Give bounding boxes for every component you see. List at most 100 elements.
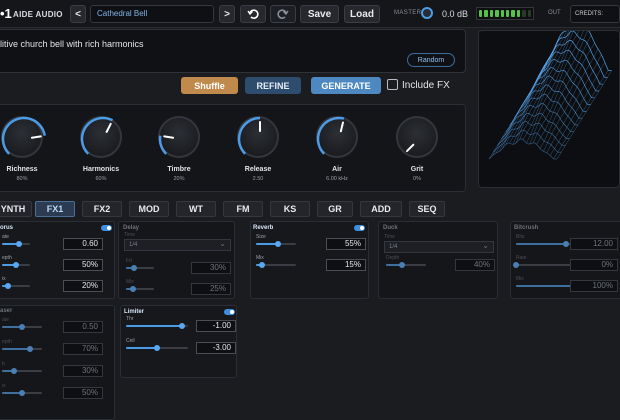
slider-thumb[interactable] bbox=[4, 283, 11, 289]
limiter-slider[interactable] bbox=[126, 345, 188, 351]
next-preset-button[interactable]: > bbox=[219, 5, 235, 23]
delay-value-box[interactable]: 25% bbox=[191, 283, 231, 295]
chorus-slider[interactable] bbox=[2, 241, 30, 247]
bitcrush-value-box[interactable]: 12.00 bbox=[570, 238, 618, 250]
chorus-param-label: ix bbox=[2, 276, 6, 282]
prompt-input[interactable] bbox=[0, 29, 466, 73]
slider-thumb[interactable] bbox=[27, 346, 33, 352]
output-meter bbox=[476, 7, 534, 20]
macro-knob-value: 80% bbox=[16, 176, 28, 182]
slider-thumb[interactable] bbox=[19, 324, 25, 330]
tab-wt[interactable]: WT bbox=[176, 201, 216, 217]
slider-thumb[interactable] bbox=[275, 241, 281, 247]
chorus-slider[interactable] bbox=[2, 283, 30, 289]
random-button[interactable]: Random bbox=[407, 53, 455, 67]
redo-button[interactable] bbox=[270, 5, 296, 23]
bitcrush-param-label: Rate bbox=[516, 255, 527, 261]
chorus-value-box[interactable]: 0.60 bbox=[63, 238, 103, 250]
slider-fill bbox=[126, 325, 182, 327]
chorus-toggle[interactable] bbox=[101, 225, 112, 231]
slider-thumb[interactable] bbox=[15, 241, 22, 247]
macro-knob-label: Harmonics bbox=[82, 166, 120, 173]
phaser-value-box[interactable]: 30% bbox=[63, 365, 103, 377]
macro-knob-air[interactable] bbox=[316, 116, 358, 158]
delay-time-dropdown[interactable]: 1/4 bbox=[124, 239, 231, 251]
limiter-value-box[interactable]: -1.00 bbox=[196, 320, 236, 332]
duck-slider[interactable] bbox=[386, 262, 426, 268]
chorus-value-box[interactable]: 50% bbox=[63, 259, 103, 271]
phaser-slider[interactable] bbox=[2, 346, 42, 352]
reverb-slider[interactable] bbox=[256, 262, 296, 268]
knob-arc bbox=[158, 135, 175, 155]
bitcrush-value-box[interactable]: 0% bbox=[570, 259, 618, 271]
reverb-title: Reverb bbox=[253, 225, 274, 231]
slider-thumb[interactable] bbox=[19, 390, 25, 396]
knob-arc bbox=[80, 116, 114, 155]
slider-thumb[interactable] bbox=[11, 368, 17, 374]
load-button[interactable]: Load bbox=[344, 5, 380, 23]
knob-pointer bbox=[105, 122, 112, 133]
reverb-value-box[interactable]: 15% bbox=[326, 259, 366, 271]
phaser-value-box[interactable]: 70% bbox=[63, 343, 103, 355]
phaser-value-box[interactable]: 50% bbox=[63, 387, 103, 399]
tab-seq[interactable]: SEQ bbox=[409, 201, 445, 217]
reverb-param-label: Mix bbox=[256, 255, 264, 261]
slider-thumb[interactable] bbox=[178, 323, 185, 329]
tab-gr[interactable]: GR bbox=[317, 201, 353, 217]
slider-fill bbox=[126, 347, 157, 349]
delay-value-box[interactable]: 30% bbox=[191, 262, 231, 274]
limiter-slider[interactable] bbox=[126, 323, 188, 329]
phaser-slider[interactable] bbox=[2, 390, 42, 396]
macro-knob-release[interactable] bbox=[237, 116, 279, 158]
limiter-toggle[interactable] bbox=[224, 309, 235, 315]
knob-arc bbox=[316, 116, 345, 155]
slider-thumb[interactable] bbox=[562, 241, 569, 247]
reverb-value-box[interactable]: 55% bbox=[326, 238, 366, 250]
reverb-toggle[interactable] bbox=[354, 225, 365, 231]
macro-knob-harmonics[interactable] bbox=[80, 116, 122, 158]
knob-arc bbox=[1, 116, 46, 155]
phaser-value-box[interactable]: 0.50 bbox=[63, 321, 103, 333]
tab-mod[interactable]: MOD bbox=[129, 201, 169, 217]
delay-slider[interactable] bbox=[126, 265, 154, 271]
phaser-slider[interactable] bbox=[2, 368, 42, 374]
refine-button[interactable]: REFINE bbox=[245, 77, 301, 94]
delay-title: Delay bbox=[123, 225, 140, 231]
master-volume-knob[interactable] bbox=[421, 7, 433, 19]
chorus-value-box[interactable]: 20% bbox=[63, 280, 103, 292]
slider-thumb[interactable] bbox=[154, 345, 160, 351]
tab-add[interactable]: ADD bbox=[360, 201, 402, 217]
slider-thumb[interactable] bbox=[13, 262, 19, 268]
duck-value-box[interactable]: 40% bbox=[455, 259, 495, 271]
undo-button[interactable] bbox=[240, 5, 266, 23]
shuffle-button[interactable]: Shuffle bbox=[181, 77, 238, 94]
preset-name-field[interactable]: Cathedral Bell bbox=[90, 5, 214, 23]
slider-thumb[interactable] bbox=[130, 286, 136, 292]
generate-button[interactable]: GENERATE bbox=[311, 77, 381, 94]
slider-thumb[interactable] bbox=[399, 262, 405, 268]
slider-thumb[interactable] bbox=[259, 262, 265, 268]
duck-time-dropdown[interactable]: 1/4 bbox=[384, 241, 494, 253]
macro-knob-richness[interactable] bbox=[1, 116, 46, 158]
macro-knob-timbre[interactable] bbox=[158, 116, 200, 158]
phaser-param-label: ix bbox=[2, 383, 6, 389]
master-label: MASTER bbox=[394, 10, 422, 16]
delay-param-label: Fd bbox=[126, 258, 132, 264]
save-button[interactable]: Save bbox=[300, 5, 339, 23]
tab-fx2[interactable]: FX2 bbox=[82, 201, 122, 217]
chorus-slider[interactable] bbox=[2, 262, 30, 268]
phaser-slider[interactable] bbox=[2, 324, 42, 330]
tab-ks[interactable]: KS bbox=[270, 201, 310, 217]
slider-thumb[interactable] bbox=[513, 262, 519, 268]
macro-knob-grit[interactable] bbox=[396, 116, 438, 158]
delay-slider[interactable] bbox=[126, 286, 154, 292]
slider-fill bbox=[516, 243, 566, 245]
include-fx-checkbox[interactable] bbox=[387, 79, 398, 90]
bitcrush-value-box[interactable]: 100% bbox=[570, 280, 618, 292]
limiter-value-box[interactable]: -3.00 bbox=[196, 342, 236, 354]
tab-fx1[interactable]: FX1 bbox=[35, 201, 75, 217]
reverb-slider[interactable] bbox=[256, 241, 296, 247]
tab-fm[interactable]: FM bbox=[223, 201, 263, 217]
prev-preset-button[interactable]: < bbox=[70, 5, 86, 23]
tab-ynth[interactable]: YNTH bbox=[0, 201, 32, 217]
